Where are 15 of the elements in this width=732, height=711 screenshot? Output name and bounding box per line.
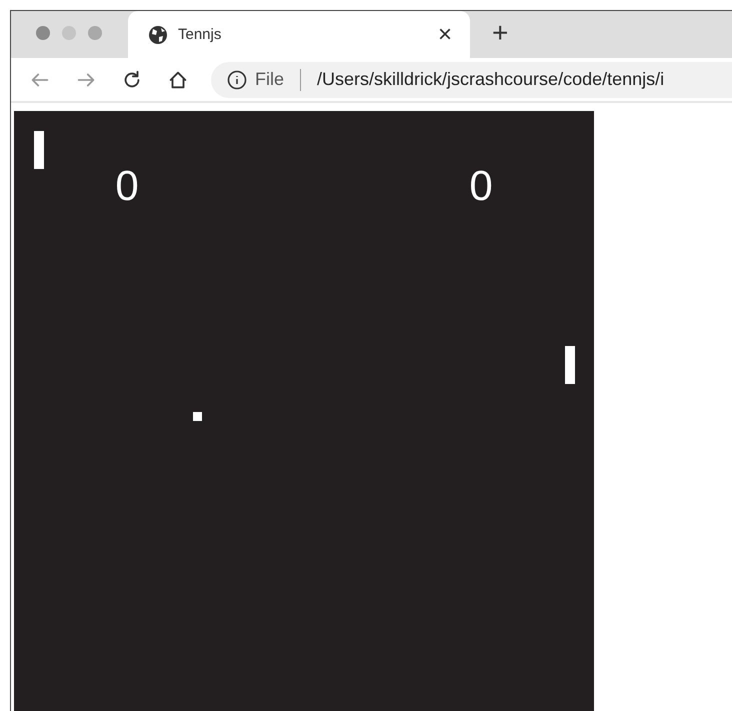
browser-tab[interactable]: Tennjs × xyxy=(128,11,470,58)
globe-icon xyxy=(148,24,168,44)
score-text: 0 xyxy=(115,165,139,207)
paddle xyxy=(34,131,44,169)
maximize-window-button[interactable] xyxy=(88,26,102,40)
info-icon xyxy=(227,70,247,90)
scheme-label: File xyxy=(255,69,284,90)
new-tab-button[interactable]: + xyxy=(492,18,508,46)
tab-title: Tennjs xyxy=(178,26,222,43)
paddle xyxy=(565,346,575,384)
close-tab-button[interactable]: × xyxy=(438,22,452,46)
close-window-button[interactable] xyxy=(36,26,50,40)
address-bar[interactable]: File /Users/skilldrick/jscrashcourse/code/tennjs/i xyxy=(211,62,732,98)
score-text: 0 xyxy=(469,165,493,207)
url-text: /Users/skilldrick/jscrashcourse/code/tennjs/i xyxy=(317,69,664,90)
